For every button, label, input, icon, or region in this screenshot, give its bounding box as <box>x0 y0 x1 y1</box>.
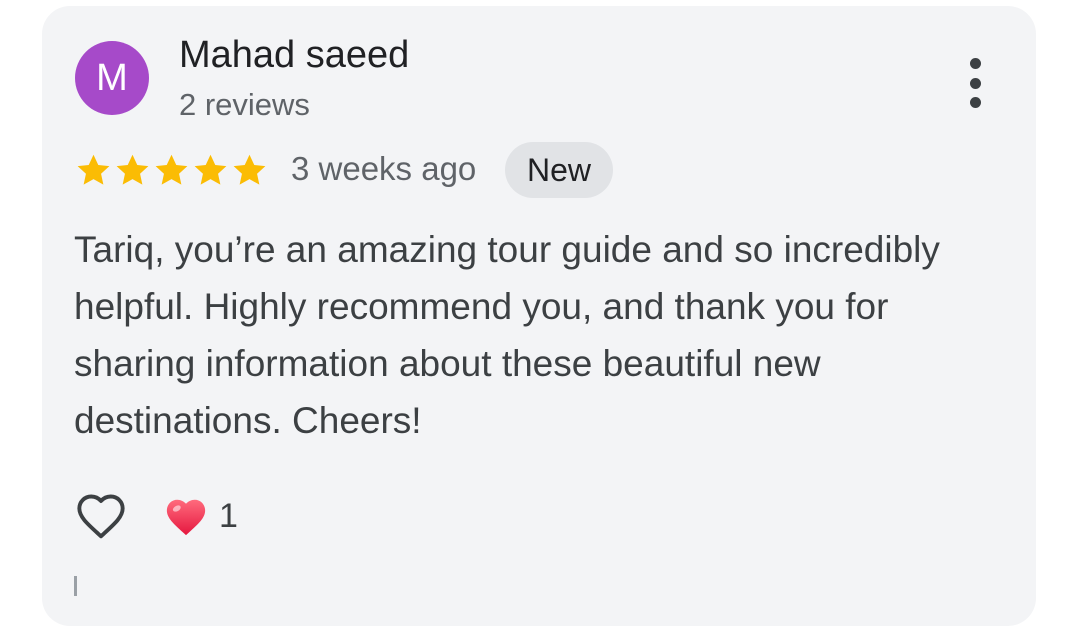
star-rating <box>75 152 268 189</box>
reaction-count: 1 <box>219 496 238 535</box>
review-card: M Mahad saeed 2 reviews 3 weeks ago New … <box>42 6 1036 626</box>
author-review-count: 2 reviews <box>179 87 310 122</box>
heart-outline-icon[interactable] <box>75 490 127 542</box>
review-actions: 1 <box>75 490 238 542</box>
more-dot <box>969 58 981 69</box>
star-icon <box>233 154 266 185</box>
star-icon <box>155 154 188 185</box>
avatar[interactable]: M <box>75 41 149 115</box>
review-text: Tariq, you’re an amazing tour guide and … <box>74 229 940 441</box>
reaction-chip[interactable]: 1 <box>163 494 238 538</box>
more-vert-icon[interactable] <box>958 58 992 108</box>
more-dot <box>969 97 981 108</box>
new-badge: New <box>505 142 614 198</box>
star-icon <box>194 154 227 185</box>
more-dot <box>969 77 981 89</box>
heart-emoji-icon <box>166 499 206 536</box>
author-name[interactable]: Mahad saeed <box>179 34 409 77</box>
star-icon <box>116 154 149 185</box>
reply-divider <box>74 576 77 596</box>
star-icon <box>77 154 110 185</box>
review-time: 3 weeks ago <box>291 150 477 187</box>
